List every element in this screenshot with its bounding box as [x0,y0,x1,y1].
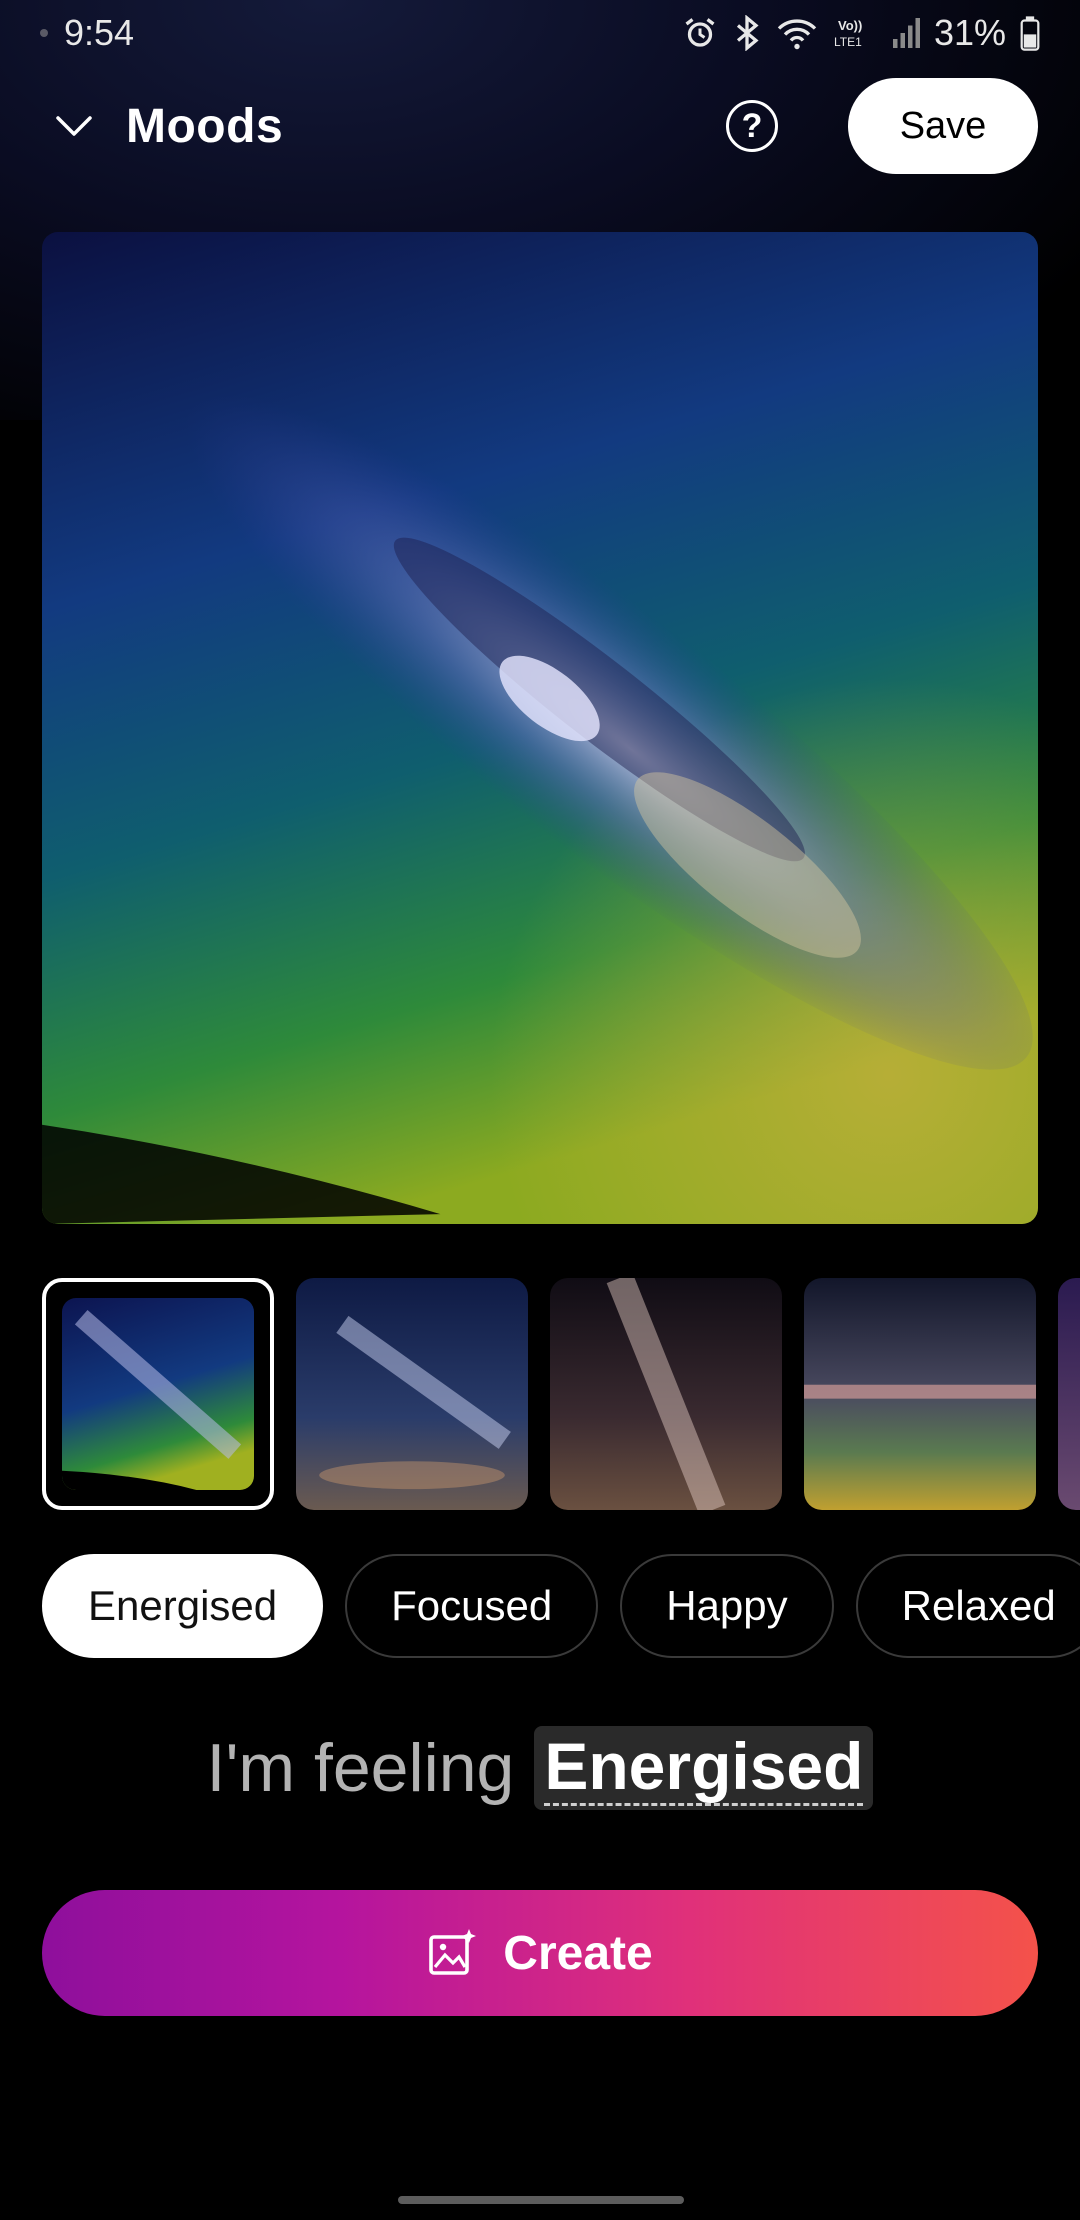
mood-chips: Energised Focused Happy Relaxed [42,1554,1080,1660]
ai-image-icon [429,1929,477,1975]
svg-text:Vo)): Vo)) [838,18,862,33]
signal-icon [892,18,920,48]
thumbnail-2[interactable] [296,1278,528,1510]
battery-percent: 31% [933,12,1006,53]
feeling-mood-selector[interactable]: Energised [534,1726,874,1810]
thumbnail-1[interactable] [42,1278,274,1510]
battery-icon [1020,16,1040,51]
feeling-statement: I'm feeling Energised [0,1720,1080,1816]
wallpaper-thumbnails [42,1278,1080,1514]
volte-icon: Vo)) LTE1 [834,18,862,49]
alarm-icon [685,18,715,47]
thumbnail-4[interactable] [804,1278,1036,1510]
thumbnail-5[interactable] [1058,1278,1080,1510]
notification-dot [40,29,48,37]
mood-chip-happy[interactable]: Happy [620,1554,834,1658]
status-time: 9:54 [64,12,135,53]
thumbnail-3[interactable] [550,1278,782,1510]
home-indicator[interactable] [398,2196,684,2204]
feeling-prefix: I'm feeling [206,1730,515,1806]
page-title: Moods [126,99,284,153]
main-wallpaper-preview [42,232,1038,1224]
mood-chip-relaxed[interactable]: Relaxed [855,1554,1080,1658]
help-icon[interactable]: ? [726,100,778,152]
header: Moods ? Save [0,78,1080,174]
status-bar: 9:54 Vo)) LTE1 31% [0,0,1080,66]
wifi-icon [777,19,817,50]
bluetooth-icon [736,15,759,51]
mood-chip-focused[interactable]: Focused [345,1554,599,1658]
mood-chip-energised[interactable]: Energised [42,1554,324,1658]
create-label: Create [503,1926,653,1980]
save-button[interactable]: Save [848,78,1038,174]
create-button[interactable]: Create [42,1890,1038,2016]
svg-text:LTE1: LTE1 [834,35,862,49]
collapse-chevron-icon[interactable] [50,102,98,150]
status-icons: Vo)) LTE1 31% [682,12,1040,54]
